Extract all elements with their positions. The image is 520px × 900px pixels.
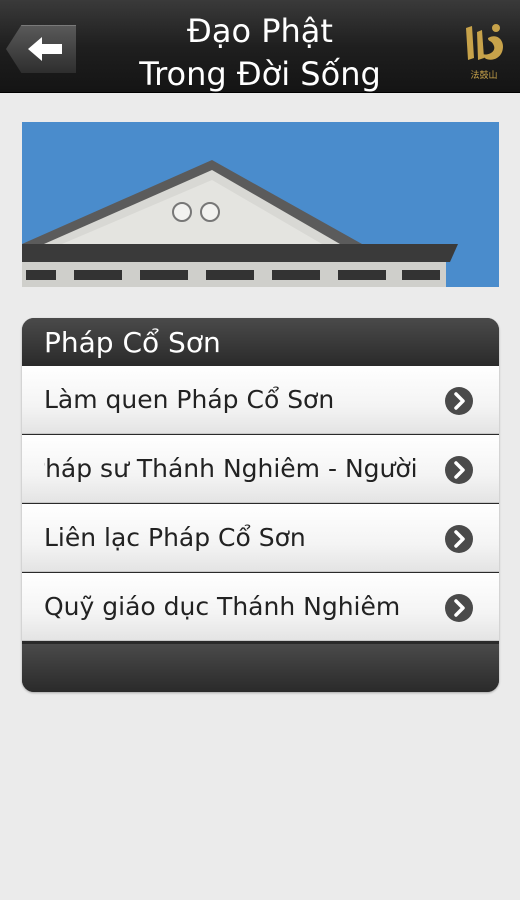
page-title-line2: Trong Đời Sống (139, 55, 381, 93)
list-item-label: Quỹ giáo dục Thánh Nghiêm (44, 592, 401, 621)
chevron-right-icon (445, 525, 473, 553)
section-title: Pháp Cổ Sơn (22, 318, 499, 366)
section-card: Pháp Cổ Sơn Làm quen Pháp Cổ Sơn Pháp sư… (22, 318, 499, 692)
section-footer (22, 644, 499, 692)
list-item-label: Liên lạc Pháp Cổ Sơn (44, 523, 306, 552)
list-item-intro[interactable]: Làm quen Pháp Cổ Sơn (22, 366, 499, 434)
app-header: Đạo Phật Trong Đời Sống 法鼓山 (0, 0, 520, 93)
back-button[interactable] (6, 25, 76, 73)
logo-caption: 法鼓山 (470, 69, 497, 81)
list-item-master[interactable]: Pháp sư Thánh Nghiêm - Người (22, 435, 499, 503)
page-title-line1: Đạo Phật (187, 12, 333, 50)
chevron-right-icon (445, 594, 473, 622)
dharma-drum-logo-icon: 法鼓山 (466, 24, 504, 81)
list-item-contact[interactable]: Liên lạc Pháp Cổ Sơn (22, 504, 499, 572)
chevron-right-icon (445, 387, 473, 415)
building-image (22, 122, 499, 287)
back-arrow-icon (28, 37, 62, 61)
list-item-label: Làm quen Pháp Cổ Sơn (44, 385, 335, 414)
hero-image (22, 122, 499, 287)
chevron-right-icon (445, 456, 473, 484)
list-item-label: Pháp sư Thánh Nghiêm - Người (44, 454, 418, 483)
list-item-education-fund[interactable]: Quỹ giáo dục Thánh Nghiêm (22, 573, 499, 641)
